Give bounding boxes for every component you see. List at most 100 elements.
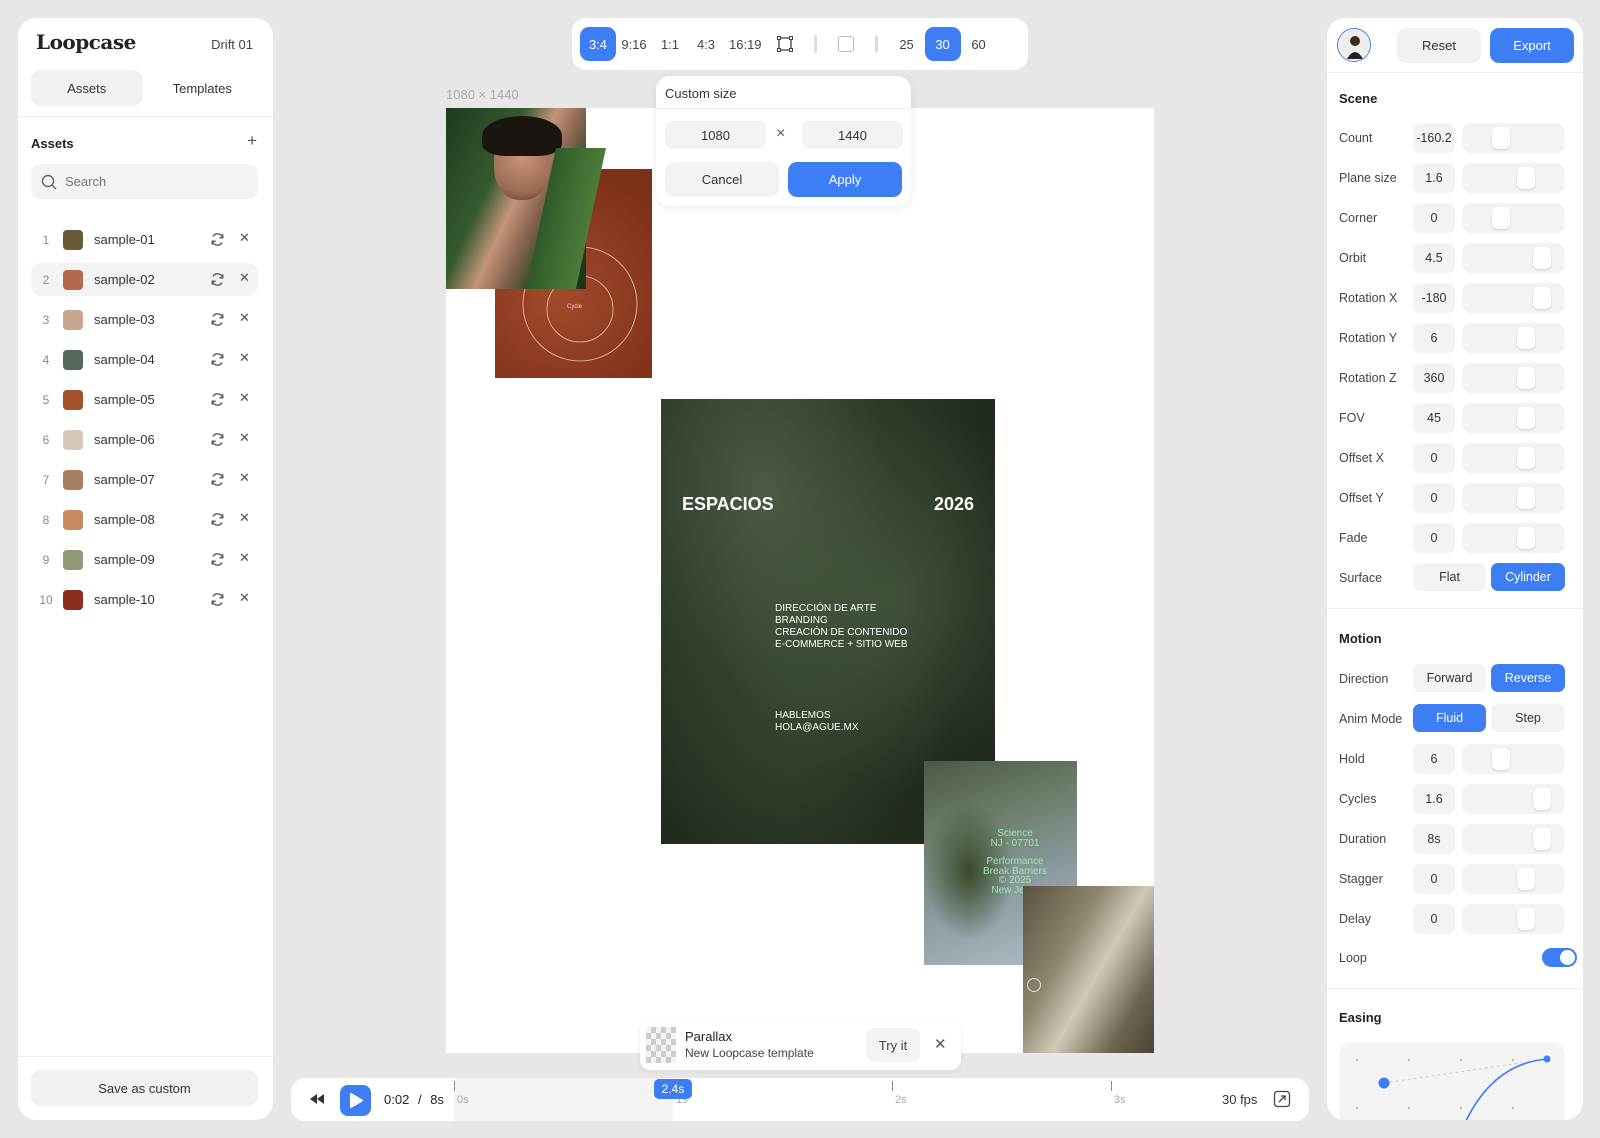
list-item[interactable]: 9 sample-09 ✕ [31,543,258,576]
list-item[interactable]: 2 sample-02 ✕ [31,263,258,296]
corner-value-input[interactable]: 0 [1413,203,1455,233]
count-slider[interactable] [1462,123,1565,153]
replace-icon[interactable] [210,592,225,610]
hold-value-input[interactable]: 6 [1413,744,1455,774]
save-as-custom-button[interactable]: Save as custom [31,1070,258,1106]
easing-curve-editor[interactable] [1339,1042,1565,1120]
ratio-9-16-button[interactable]: 9:16 [616,27,652,61]
rotation-y-slider[interactable] [1462,323,1565,353]
duration-slider[interactable] [1462,824,1565,854]
remove-icon[interactable]: ✕ [239,590,250,606]
count-value-input[interactable]: -160.2 [1413,123,1455,153]
project-name[interactable]: Drift 01 [211,37,253,52]
remove-icon[interactable]: ✕ [239,550,250,566]
orbit-value-input[interactable]: 4.5 [1413,243,1455,273]
slider-handle[interactable] [1516,327,1535,349]
fov-value-input[interactable]: 45 [1413,403,1455,433]
apply-button[interactable]: Apply [788,162,902,197]
corner-slider[interactable] [1462,203,1565,233]
slider-handle[interactable] [1516,167,1535,189]
remove-icon[interactable]: ✕ [239,510,250,526]
try-it-button[interactable]: Try it [866,1028,920,1062]
search-input[interactable] [65,164,245,199]
replace-icon[interactable] [210,392,225,410]
list-item[interactable]: 6 sample-06 ✕ [31,423,258,456]
duration-value-input[interactable]: 8s [1413,824,1455,854]
slider-handle[interactable] [1516,407,1535,429]
close-icon[interactable]: ✕ [934,1035,947,1053]
surface-flat-button[interactable]: Flat [1413,563,1486,591]
ratio-4-3-button[interactable]: 4:3 [688,27,724,61]
ratio-3-4-button[interactable]: 3:4 [580,27,616,61]
fade-value-input[interactable]: 0 [1413,523,1455,553]
height-input[interactable]: 1440 [802,121,903,149]
list-item[interactable]: 3 sample-03 ✕ [31,303,258,336]
fov-slider[interactable] [1462,403,1565,433]
replace-icon[interactable] [210,272,225,290]
remove-icon[interactable]: ✕ [239,270,250,286]
remove-icon[interactable]: ✕ [239,470,250,486]
stagger-value-input[interactable]: 0 [1413,864,1455,894]
plane-size-value-input[interactable]: 1.6 [1413,163,1455,193]
slider-handle[interactable] [1516,367,1535,389]
remove-icon[interactable]: ✕ [239,390,250,406]
plane-size-slider[interactable] [1462,163,1565,193]
slider-handle[interactable] [1533,788,1552,810]
width-input[interactable]: 1080 [665,121,766,149]
slider-handle[interactable] [1516,868,1535,890]
replace-icon[interactable] [210,552,225,570]
list-item[interactable]: 10 sample-10 ✕ [31,583,258,616]
stagger-slider[interactable] [1462,864,1565,894]
slider-handle[interactable] [1516,447,1535,469]
slider-handle[interactable] [1516,908,1535,930]
remove-icon[interactable]: ✕ [239,230,250,246]
direction-forward-button[interactable]: Forward [1413,664,1486,692]
expand-icon[interactable] [1273,1090,1291,1111]
ratio-1-1-button[interactable]: 1:1 [652,27,688,61]
slider-handle[interactable] [1492,207,1511,229]
search-box[interactable] [31,164,258,199]
remove-icon[interactable]: ✕ [239,430,250,446]
fps-60-button[interactable]: 60 [961,27,997,61]
surface-cylinder-button[interactable]: Cylinder [1491,563,1565,591]
direction-reverse-button[interactable]: Reverse [1491,664,1565,692]
play-button[interactable] [340,1085,371,1116]
list-item[interactable]: 4 sample-04 ✕ [31,343,258,376]
export-button[interactable]: Export [1490,28,1574,63]
list-item[interactable]: 5 sample-05 ✕ [31,383,258,416]
remove-icon[interactable]: ✕ [239,350,250,366]
ratio-16-19-button[interactable]: 16:19 [724,27,767,61]
replace-icon[interactable] [210,472,225,490]
avatar[interactable] [1337,28,1371,62]
cycles-value-input[interactable]: 1.6 [1413,784,1455,814]
fade-slider[interactable] [1462,523,1565,553]
delay-value-input[interactable]: 0 [1413,904,1455,934]
slider-handle[interactable] [1533,287,1552,309]
replace-icon[interactable] [210,232,225,250]
cycles-slider[interactable] [1462,784,1565,814]
custom-size-icon[interactable] [767,27,803,61]
slider-handle[interactable] [1492,127,1511,149]
remove-icon[interactable]: ✕ [239,310,250,326]
rotation-x-value-input[interactable]: -180 [1413,283,1455,313]
background-color-swatch[interactable] [828,27,864,61]
rotation-z-value-input[interactable]: 360 [1413,363,1455,393]
replace-icon[interactable] [210,432,225,450]
preview-canvas[interactable]: Cycle ESPACIOS 2026 DIRECCIÓN DE ARTE BR… [446,108,1154,1053]
delay-slider[interactable] [1462,904,1565,934]
offset-x-slider[interactable] [1462,443,1565,473]
offset-y-slider[interactable] [1462,483,1565,513]
loop-toggle[interactable] [1542,948,1577,967]
offset-x-value-input[interactable]: 0 [1413,443,1455,473]
replace-icon[interactable] [210,312,225,330]
rotation-y-value-input[interactable]: 6 [1413,323,1455,353]
timeline-track[interactable]: 0s 1s 2s 3s 2.4s [454,1078,1184,1121]
slider-handle[interactable] [1516,487,1535,509]
slider-handle[interactable] [1533,828,1552,850]
tab-assets[interactable]: Assets [31,70,143,106]
rotation-x-slider[interactable] [1462,283,1565,313]
reset-button[interactable]: Reset [1397,28,1481,63]
anim-mode-step-button[interactable]: Step [1491,704,1565,732]
orbit-slider[interactable] [1462,243,1565,273]
rotation-z-slider[interactable] [1462,363,1565,393]
